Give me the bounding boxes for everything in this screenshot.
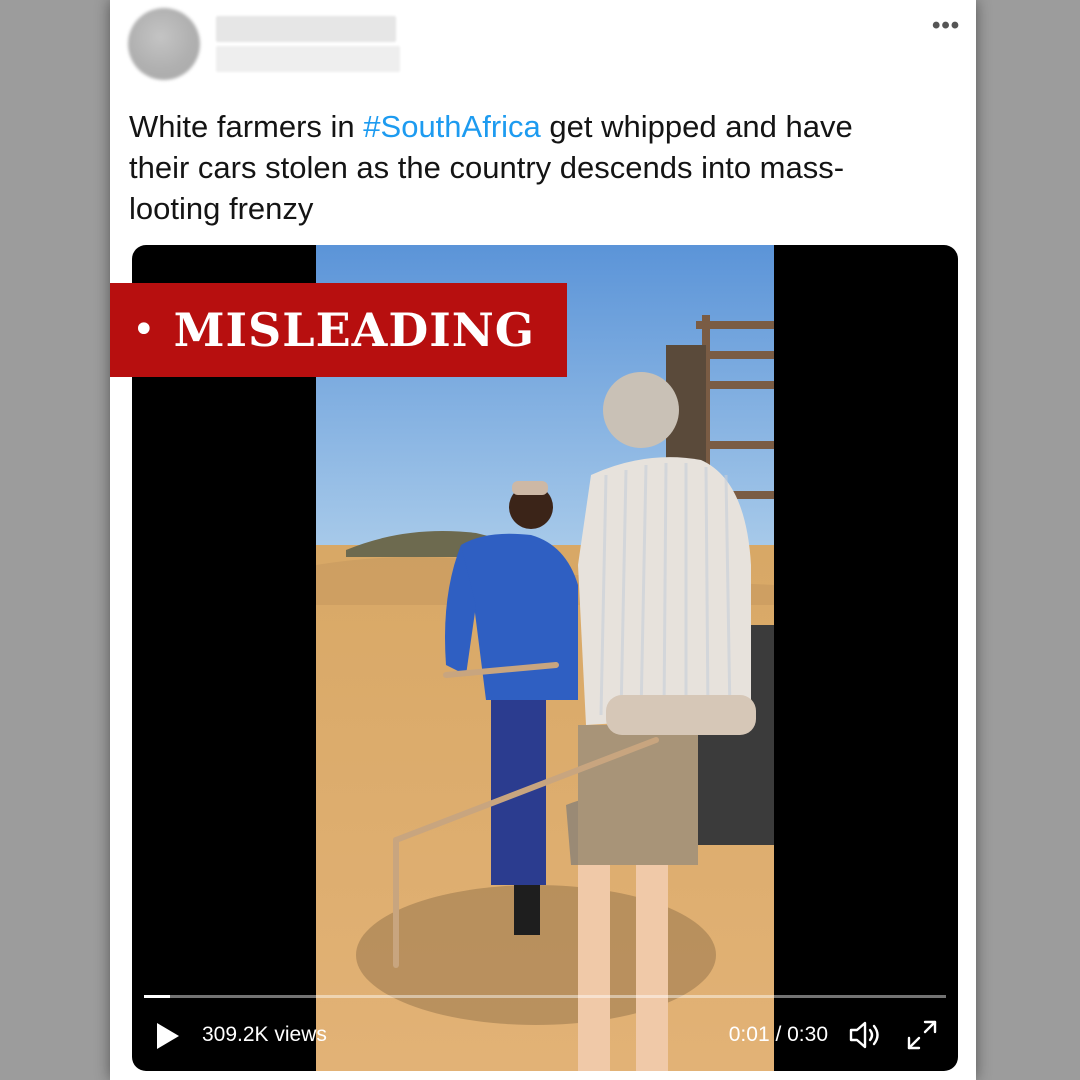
badge-bullet: • <box>132 307 156 353</box>
volume-icon[interactable] <box>848 1019 884 1051</box>
misleading-label: • MISLEADING <box>110 283 567 377</box>
fullscreen-icon[interactable] <box>906 1019 938 1051</box>
display-name-redacted <box>216 16 396 42</box>
badge-text: MISLEADING <box>173 303 536 357</box>
progress-fill <box>144 995 171 998</box>
progress-bar[interactable] <box>144 995 946 998</box>
play-icon[interactable] <box>154 1021 182 1051</box>
more-icon[interactable]: ••• <box>932 12 960 40</box>
handle-redacted <box>216 46 400 72</box>
tweet-text: White farmers in #SouthAfrica get whippe… <box>129 106 919 229</box>
avatar[interactable] <box>128 8 200 80</box>
tweet-card: ••• White farmers in #SouthAfrica get wh… <box>110 0 976 1080</box>
video-controls: 309.2K views 0:01 / 0:30 <box>132 1001 958 1071</box>
tweet-text-start: White farmers in <box>129 109 364 144</box>
view-count: 309.2K views <box>202 1023 327 1046</box>
video-time: 0:01 / 0:30 <box>728 1023 828 1046</box>
hashtag-link[interactable]: #SouthAfrica <box>363 109 541 144</box>
